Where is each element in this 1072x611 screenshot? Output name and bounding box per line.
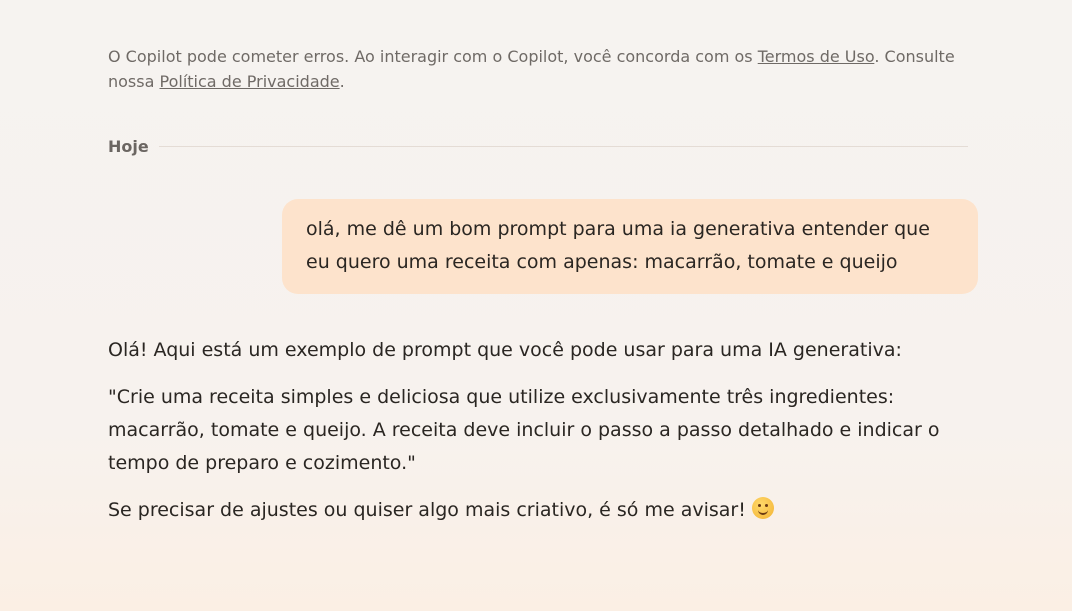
assistant-message: Olá! Aqui está um exemplo de prompt que … [108, 334, 968, 541]
terms-of-use-link[interactable]: Termos de Uso [758, 47, 875, 66]
disclaimer-text-before: O Copilot pode cometer erros. Ao interag… [108, 47, 758, 66]
date-divider-label: Hoje [108, 136, 149, 156]
user-message-bubble: olá, me dê um bom prompt para uma ia gen… [282, 199, 978, 294]
disclaimer-text: O Copilot pode cometer erros. Ao interag… [108, 44, 968, 94]
assistant-paragraph-3-text: Se precisar de ajustes ou quiser algo ma… [108, 499, 746, 521]
privacy-policy-link[interactable]: Política de Privacidade [160, 72, 340, 91]
divider-line [158, 145, 968, 147]
date-divider: Hoje [108, 136, 968, 156]
assistant-paragraph-3: Se precisar de ajustes ou quiser algo ma… [108, 494, 968, 527]
disclaimer-text-after: . [339, 72, 345, 91]
smiling-face-emoji-icon [751, 497, 774, 519]
user-message-text: olá, me dê um bom prompt para uma ia gen… [306, 218, 930, 273]
assistant-paragraph-1: Olá! Aqui está um exemplo de prompt que … [108, 339, 902, 361]
assistant-paragraph-2: "Crie uma receita simples e deliciosa qu… [108, 386, 940, 474]
